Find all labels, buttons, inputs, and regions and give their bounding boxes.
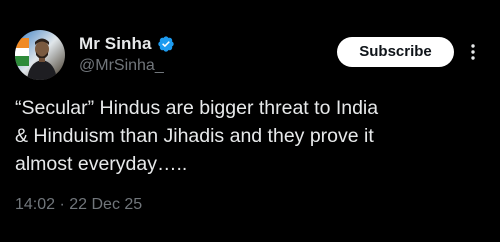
verified-badge-icon bbox=[157, 35, 175, 53]
tweet-card: Mr Sinha @MrSinha_ Subscribe “Secular” H… bbox=[0, 0, 500, 242]
tweet-text: “Secular” Hindus are bigger threat to In… bbox=[15, 94, 490, 178]
avatar[interactable] bbox=[15, 30, 65, 80]
tweet-text-line: & Hinduism than Jihadis and they prove i… bbox=[15, 125, 374, 147]
subscribe-button[interactable]: Subscribe bbox=[337, 37, 454, 67]
tweet-timestamp[interactable]: 14:02 · 22 Dec 25 bbox=[15, 196, 142, 214]
vertical-dots-icon[interactable] bbox=[466, 42, 480, 62]
tweet-text-line: almost everyday….. bbox=[15, 153, 188, 175]
author-display-name[interactable]: Mr Sinha bbox=[79, 34, 152, 54]
author-name-row: Mr Sinha bbox=[79, 34, 175, 54]
tweet-text-line: “Secular” Hindus are bigger threat to In… bbox=[15, 97, 379, 119]
author-handle[interactable]: @MrSinha_ bbox=[79, 57, 164, 75]
avatar-image bbox=[15, 30, 65, 80]
